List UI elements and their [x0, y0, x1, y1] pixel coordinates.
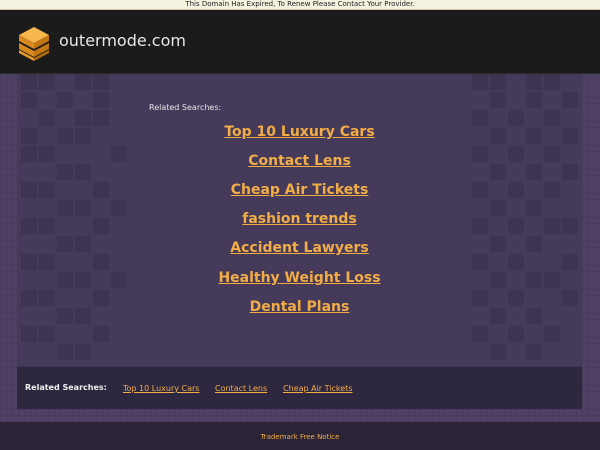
trademark-notice-link[interactable]: Trademark Free Notice	[0, 433, 600, 441]
related-link[interactable]: Accident Lawyers	[17, 240, 582, 256]
site-name[interactable]: outermode.com	[59, 31, 186, 50]
stacked-boxes-icon[interactable]	[18, 26, 50, 62]
bottom-related-link[interactable]: Cheap Air Tickets	[283, 384, 352, 393]
bottom-related-link[interactable]: Contact Lens	[215, 384, 267, 393]
domain-expired-notice: This Domain Has Expired, To Renew Please…	[0, 0, 600, 10]
related-link[interactable]: Top 10 Luxury Cars	[17, 124, 582, 140]
related-link[interactable]: Contact Lens	[17, 153, 582, 169]
related-link[interactable]: Cheap Air Tickets	[17, 182, 582, 198]
related-link[interactable]: fashion trends	[17, 211, 582, 227]
related-link[interactable]: Healthy Weight Loss	[17, 270, 582, 286]
bottom-related-bar: Related Searches: Top 10 Luxury Cars Con…	[17, 366, 582, 409]
page-footer: Trademark Free Notice	[0, 422, 600, 450]
related-searches-heading: Related Searches:	[149, 103, 222, 112]
bottom-related-link[interactable]: Top 10 Luxury Cars	[123, 384, 199, 393]
related-link[interactable]: Dental Plans	[17, 299, 582, 315]
site-header: outermode.com	[0, 10, 600, 74]
bottom-related-label: Related Searches:	[25, 383, 107, 392]
